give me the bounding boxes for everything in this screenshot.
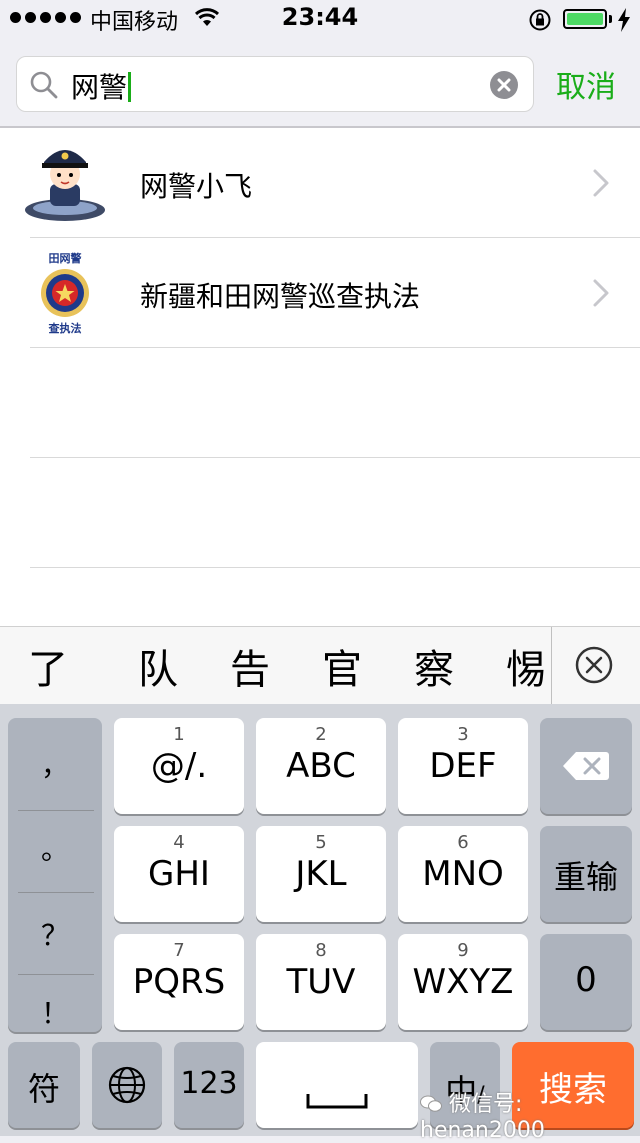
- key-number: 5: [315, 832, 327, 853]
- close-candidates-icon[interactable]: [574, 645, 614, 685]
- divider: [30, 347, 640, 348]
- chevron-right-icon: [593, 279, 609, 307]
- cartoon-police-avatar: [22, 140, 108, 226]
- punct-divider: [18, 892, 94, 893]
- key-number: 6: [457, 832, 469, 853]
- key-2[interactable]: 2 ABC: [256, 718, 386, 814]
- globe-icon: [108, 1066, 146, 1104]
- space-icon: [306, 1094, 368, 1109]
- result-title: 新疆和田网警巡查执法: [140, 280, 421, 313]
- chevron-right-icon: [593, 169, 609, 197]
- punctuation-column: ， 。 ？ ！: [8, 718, 102, 1032]
- key-label: JKL: [295, 854, 347, 894]
- key-4[interactable]: 4 GHI: [114, 826, 244, 922]
- punct-exclaim-key[interactable]: ！: [8, 992, 102, 1032]
- key-number: 9: [457, 940, 469, 961]
- ime-candidate-bar: 了 队 告 官 察 惕: [0, 626, 640, 705]
- punct-question-key[interactable]: ？: [8, 914, 102, 954]
- retype-button[interactable]: 重输: [540, 826, 632, 922]
- key-number: 7: [173, 940, 185, 961]
- search-icon: [30, 71, 58, 99]
- badge-caption-bottom: 查执法: [49, 321, 82, 335]
- key-1[interactable]: 1 @/.: [114, 718, 244, 814]
- clear-search-icon[interactable]: [489, 70, 519, 100]
- key-number: 2: [315, 724, 327, 745]
- battery-tip: [609, 15, 612, 23]
- candidate-item[interactable]: 惕: [506, 637, 546, 695]
- search-query[interactable]: 网警: [71, 66, 132, 106]
- cancel-button[interactable]: 取消: [556, 62, 616, 106]
- candidate-divider: [551, 627, 552, 705]
- backspace-icon: [563, 752, 609, 780]
- punct-divider: [18, 810, 94, 811]
- retype-label: 重输: [553, 858, 618, 896]
- key-7[interactable]: 7 PQRS: [114, 934, 244, 1030]
- key-6[interactable]: 6 MNO: [398, 826, 528, 922]
- divider: [30, 567, 640, 568]
- search-input[interactable]: 网警: [16, 56, 534, 112]
- key-label: @/.: [150, 746, 208, 786]
- divider: [30, 457, 640, 458]
- globe-button[interactable]: [92, 1042, 162, 1128]
- search-query-text: 网警: [71, 71, 128, 104]
- key-label: TUV: [286, 962, 356, 1002]
- result-row[interactable]: 网警小飞: [0, 128, 640, 238]
- candidate-item[interactable]: 了: [28, 637, 68, 695]
- punct-comma-key[interactable]: ，: [8, 744, 102, 784]
- space-button[interactable]: [256, 1042, 418, 1128]
- symbol-button[interactable]: 符: [8, 1042, 80, 1128]
- result-row[interactable]: 田网警 查执法 新疆和田网警巡查执法: [0, 238, 640, 348]
- wechat-icon: [420, 1095, 442, 1112]
- text-cursor: [128, 72, 132, 102]
- key-5[interactable]: 5 JKL: [256, 826, 386, 922]
- keyboard: ， 。 ？ ！ 1 @/. 2 ABC 3 DEF 4 GHI 5 JKL 6 …: [0, 704, 640, 1136]
- backspace-button[interactable]: [540, 718, 632, 814]
- key-number: 3: [457, 724, 469, 745]
- candidate-item[interactable]: 告: [230, 637, 270, 695]
- key-3[interactable]: 3 DEF: [398, 718, 528, 814]
- key-label: PQRS: [132, 962, 226, 1002]
- key-number: 8: [315, 940, 327, 961]
- status-bar: 中国移动 23:44: [0, 0, 640, 40]
- key-8[interactable]: 8 TUV: [256, 934, 386, 1030]
- key-9[interactable]: 9 WXYZ: [398, 934, 528, 1030]
- punct-divider: [18, 974, 94, 975]
- key-label: GHI: [148, 854, 210, 894]
- key-label: DEF: [429, 746, 497, 786]
- search-bar: 网警 取消: [0, 40, 640, 128]
- key-number: 1: [173, 724, 185, 745]
- candidate-item[interactable]: 官: [322, 637, 362, 695]
- charging-icon: [618, 8, 630, 32]
- numbers-button[interactable]: 123: [174, 1042, 244, 1128]
- key-label: 0: [575, 960, 597, 1000]
- result-title: 网警小飞: [140, 170, 253, 203]
- badge-caption-top: 田网警: [49, 251, 82, 265]
- numbers-label: 123: [180, 1066, 238, 1101]
- symbol-label: 符: [27, 1070, 60, 1108]
- key-label: WXYZ: [412, 962, 514, 1002]
- key-0[interactable]: 0: [540, 934, 632, 1030]
- battery-icon: [563, 9, 607, 29]
- key-number: 4: [173, 832, 185, 853]
- punct-period-key[interactable]: 。: [8, 828, 102, 868]
- key-label: ABC: [286, 746, 356, 786]
- candidate-item[interactable]: 察: [414, 637, 454, 695]
- police-badge-avatar: 田网警 查执法: [22, 250, 108, 336]
- search-results-list: 网警小飞 田网警 查执法 新疆和田网警巡查执法: [0, 128, 640, 626]
- watermark: 微信号: henan2000: [420, 1086, 640, 1143]
- rotation-lock-icon: [529, 9, 551, 31]
- candidate-item[interactable]: 队: [138, 637, 178, 695]
- key-label: MNO: [422, 854, 504, 894]
